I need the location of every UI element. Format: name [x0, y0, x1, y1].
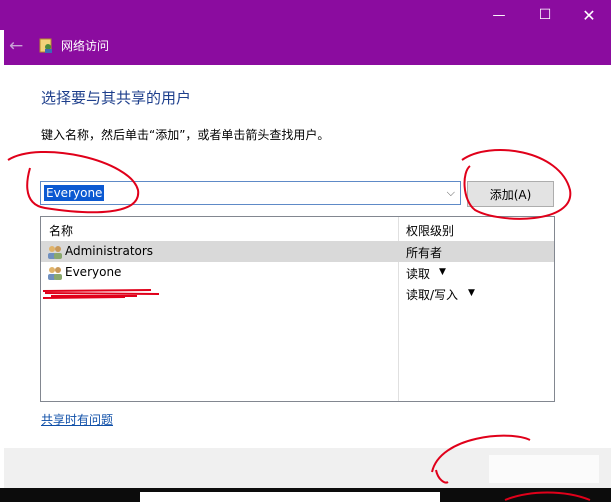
user-group-icon	[48, 246, 62, 259]
column-header-permission[interactable]: 权限级别	[406, 222, 454, 239]
redaction-scribble	[42, 289, 160, 299]
maximize-icon: ☐	[538, 7, 552, 23]
user-permission-list[interactable]: 名称 权限级别 Administrators 所有者 Everyone 读取 ▼…	[40, 216, 555, 402]
chevron-down-icon[interactable]: ⌵	[447, 186, 455, 200]
minimize-icon: —	[492, 7, 506, 23]
list-item[interactable]: Administrators 所有者	[41, 241, 554, 262]
user-name: Everyone	[65, 265, 122, 279]
user-name-input[interactable]: Everyone	[44, 185, 105, 201]
dropdown-arrow-icon[interactable]: ▼	[439, 267, 446, 277]
title-bar: — ☐ ✕	[0, 0, 611, 30]
page-title: 选择要与其共享的用户	[41, 89, 192, 107]
network-share-icon	[39, 38, 52, 53]
permission-dropdown[interactable]: 读取	[406, 265, 430, 282]
add-button[interactable]: 添加(A)	[467, 181, 554, 207]
user-group-icon	[48, 267, 62, 280]
user-name: Administrators	[65, 244, 154, 258]
instruction-text: 键入名称，然后单击“添加”，或者单击箭头查找用户。	[41, 128, 330, 142]
column-header-name[interactable]: 名称	[49, 222, 73, 239]
window-title: 网络访问	[61, 39, 110, 53]
share-button[interactable]	[489, 455, 599, 483]
help-link[interactable]: 共享时有问题	[41, 411, 113, 428]
maximize-button[interactable]: ☐	[522, 0, 568, 30]
permission-level: 所有者	[406, 246, 443, 260]
nav-bar: ← 网络访问	[4, 30, 611, 65]
close-icon: ✕	[582, 5, 596, 25]
user-name-combobox[interactable]: Everyone ⌵	[40, 181, 461, 205]
taskbar-window-thumbnail	[140, 492, 440, 502]
close-button[interactable]: ✕	[566, 0, 611, 30]
list-header: 名称 权限级别	[41, 217, 554, 241]
list-item[interactable]: Everyone 读取 ▼	[41, 262, 554, 283]
permission-dropdown[interactable]: 读取/写入	[406, 286, 458, 303]
minimize-button[interactable]: —	[476, 0, 522, 30]
dropdown-arrow-icon[interactable]: ▼	[468, 288, 475, 298]
list-item[interactable]: 读取/写入 ▼	[41, 283, 554, 304]
back-arrow-icon[interactable]: ←	[9, 36, 29, 56]
